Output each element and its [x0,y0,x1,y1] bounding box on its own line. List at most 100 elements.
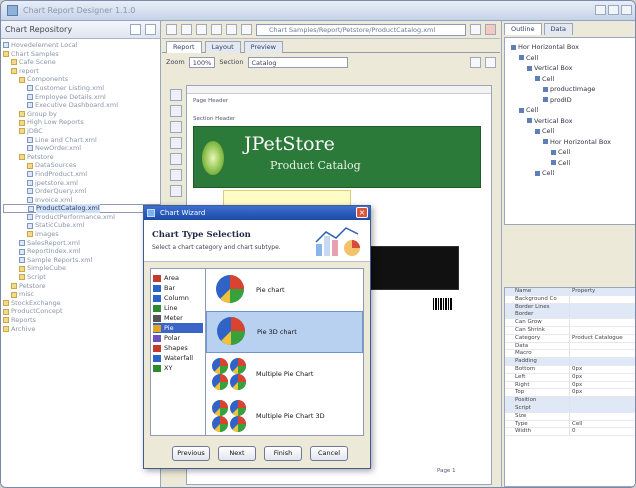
property-value[interactable]: Cell [569,420,635,428]
chart-category-item[interactable]: Polar [153,333,203,343]
redo-icon[interactable] [211,24,222,35]
chart-subtype-option[interactable]: Pie 3D chart [206,311,363,353]
line-tool-icon[interactable] [170,169,182,181]
property-value[interactable] [569,342,635,350]
outline-item[interactable]: Cell [507,105,633,116]
note-box[interactable] [223,190,351,206]
property-row[interactable]: Width 0 [505,428,635,437]
close-button[interactable] [621,5,632,15]
tree-item[interactable]: Petstore [3,282,160,291]
dialog-close-button[interactable]: × [356,207,368,218]
chart-category-item[interactable]: Line [153,303,203,313]
property-row[interactable]: Data [505,342,635,351]
outline-item[interactable]: Cell [507,74,633,85]
chart-category-item[interactable]: Area [153,273,203,283]
text-tool-icon[interactable] [170,105,182,117]
chart-category-item[interactable]: XY [153,363,203,373]
tree-item[interactable]: ReportIndex.xml [3,247,160,256]
tree-item[interactable]: Sample Reports.xml [3,256,160,265]
property-value[interactable]: 0px [569,381,635,389]
dropdown-icon[interactable] [470,24,481,35]
property-value[interactable] [569,412,635,420]
outline-item[interactable]: prodID [507,95,633,106]
outline-item[interactable]: Vertical Box [507,63,633,74]
chart-category-item[interactable]: Bar [153,283,203,293]
property-row[interactable]: Type Cell [505,420,635,429]
undo-icon[interactable] [196,24,207,35]
run-icon[interactable] [241,24,252,35]
save-icon[interactable] [181,24,192,35]
tree-item[interactable]: report [3,67,160,76]
property-row[interactable]: Position [505,397,635,405]
property-row[interactable]: Script [505,404,635,413]
property-value[interactable] [569,303,635,311]
chart-subtype-option[interactable]: Multiple Pie Chart 3D [206,395,363,437]
property-row[interactable]: Top 0px [505,389,635,398]
property-value[interactable]: 0 [569,428,635,436]
property-value[interactable] [569,358,635,365]
property-value[interactable]: 0px [569,373,635,381]
outline-item[interactable]: Cell [507,147,633,158]
outline-item[interactable]: Cell [507,158,633,169]
minimize-button[interactable] [595,5,606,15]
path-field[interactable]: Chart Samples/Report/Petstore/ProductCat… [256,23,466,36]
tree-item[interactable]: Line and Chart.xml [3,136,160,145]
tree-item[interactable]: Employee Details.xml [3,93,160,102]
close-doc-icon[interactable] [485,24,496,35]
property-row[interactable]: Border Lines [505,303,635,312]
barcode-tool-icon[interactable] [170,185,182,197]
table-tool-icon[interactable] [170,153,182,165]
previous-button[interactable]: Previous [172,446,210,461]
chart-category-item[interactable]: Pie [153,323,203,333]
tree-item[interactable]: DataSources [3,161,160,170]
property-value[interactable]: 0px [569,389,635,397]
tree-item[interactable]: Chart Samples [3,50,160,59]
outline-item[interactable]: Vertical Box [507,116,633,127]
property-value[interactable] [569,404,635,412]
tree-item[interactable]: NewOrder.xml [3,144,160,153]
zoom-select[interactable]: 100% [188,56,216,68]
tree-item[interactable]: OrderQuery.xml [3,187,160,196]
property-value[interactable] [569,326,635,334]
refresh-icon[interactable] [130,24,141,35]
chart-category-item[interactable]: Column [153,293,203,303]
tree-item[interactable]: Script [3,273,160,282]
chart-tool-icon[interactable] [170,137,182,149]
tree-item[interactable]: StaticCube.xml [3,221,160,230]
tree-item[interactable]: Components [3,75,160,84]
outline-item[interactable]: Hor Horizontal Box [507,42,633,53]
property-value[interactable] [569,397,635,404]
tree-item[interactable]: SalesReport.xml [3,239,160,248]
outline-item[interactable]: Cell [507,168,633,179]
finish-button[interactable]: Finish [264,446,302,461]
format-icon[interactable] [470,56,481,68]
grid-icon[interactable] [485,56,496,68]
tree-item[interactable]: misc [3,290,160,299]
tab-report[interactable]: Report [166,41,202,53]
chart-category-item[interactable]: Meter [153,313,203,323]
tree-item[interactable]: High Low Reports [3,118,160,127]
property-value[interactable] [569,319,635,326]
chart-subtype-option[interactable]: Pie chart [206,269,363,311]
chart-subtype-option[interactable]: Multiple Pie Chart [206,353,363,395]
next-button[interactable]: Next [218,446,256,461]
pointer-icon[interactable] [170,89,182,101]
tree-item[interactable]: Archive [3,325,160,334]
tree-item[interactable]: Invoice.xml [3,196,160,205]
property-value[interactable] [569,295,635,303]
tree-item[interactable]: Reports [3,316,160,325]
tree-item[interactable]: Executive Dashboard.xml [3,101,160,110]
tree-item[interactable]: Hovedelement Local [3,41,160,50]
tree-item[interactable]: JDBC [3,127,160,136]
tree-item[interactable]: Customer Listing.xml [3,84,160,93]
tab-outline[interactable]: Outline [504,23,542,35]
property-row[interactable]: Bottom 0px [505,365,635,374]
outline-item[interactable]: Cell [507,126,633,137]
tree-item[interactable]: StockExchange [3,299,160,308]
tree-item[interactable]: SimpleCube [3,264,160,273]
tree-item[interactable]: FindProduct.xml [3,170,160,179]
tree-item[interactable]: ProductPerformance.xml [3,213,160,222]
property-row[interactable]: Background Co [505,295,635,304]
help-icon[interactable] [226,24,237,35]
outline-item[interactable]: productImage [507,84,633,95]
